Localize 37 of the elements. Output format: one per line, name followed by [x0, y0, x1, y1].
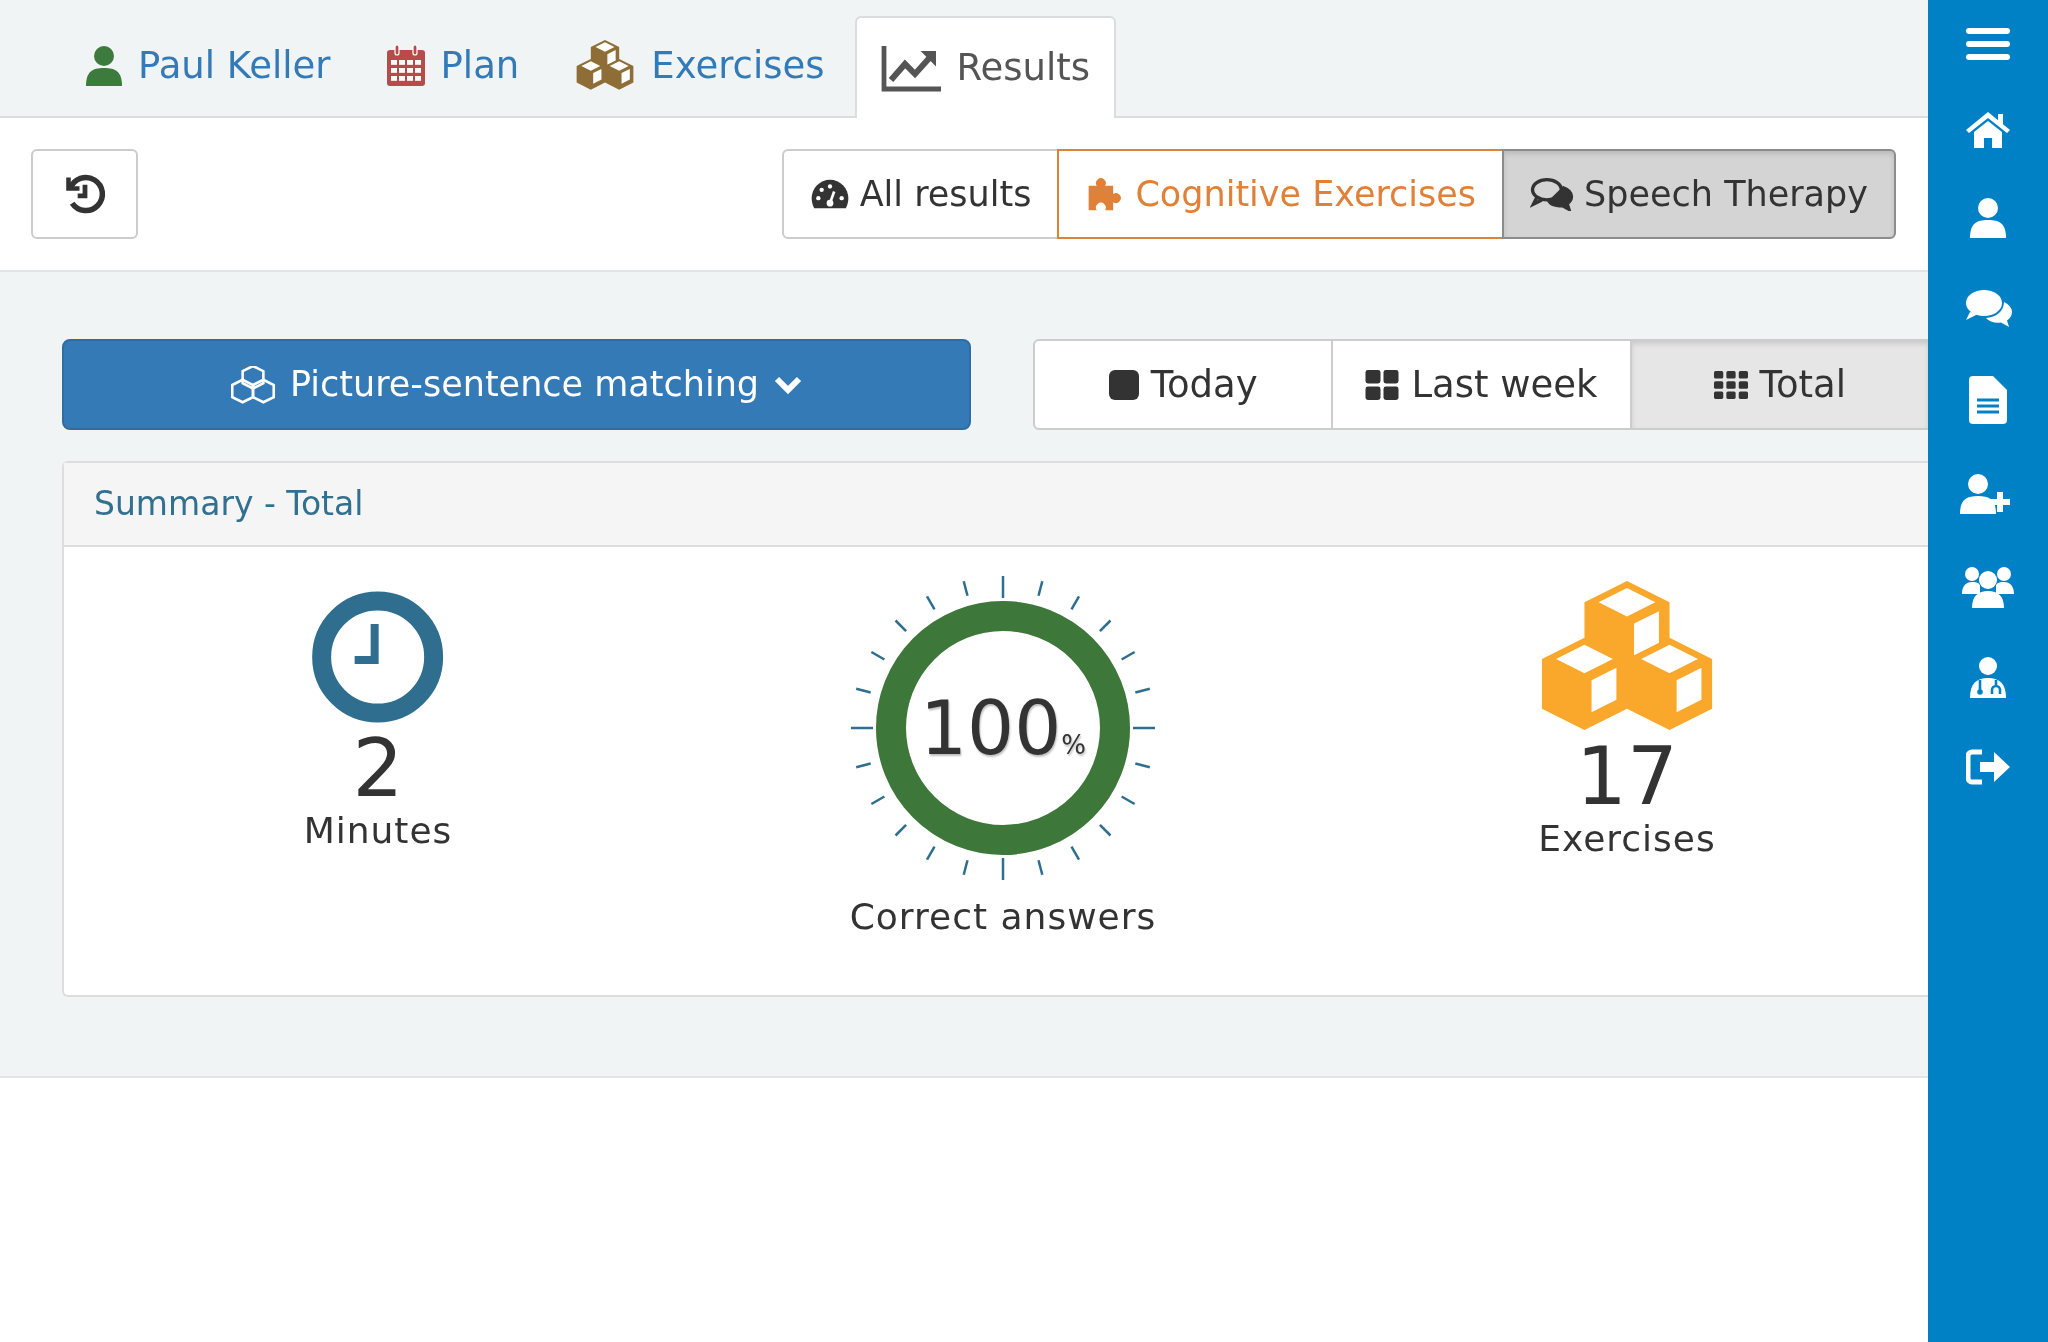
sign-out-icon[interactable] — [1966, 748, 2010, 786]
users-icon[interactable] — [1962, 564, 2014, 608]
home-icon[interactable] — [1966, 110, 2010, 148]
chevron-down-icon — [773, 374, 804, 395]
stat-value: 17 — [1576, 737, 1678, 817]
exercise-dropdown[interactable]: Picture-sentence matching — [62, 339, 971, 430]
period-button[interactable]: Today — [1033, 339, 1334, 430]
menu-icon[interactable] — [1966, 26, 2010, 62]
stat-label: Correct answers — [849, 895, 1157, 939]
stat-label: Exercises — [1538, 817, 1716, 861]
document-icon[interactable] — [1969, 376, 2007, 424]
clock-icon — [312, 591, 444, 723]
category-button[interactable]: All results — [781, 149, 1060, 239]
stat-value: 2 — [352, 729, 404, 809]
tab[interactable]: Results — [854, 16, 1117, 118]
square-icon — [1108, 369, 1139, 400]
speech-bubbles-icon — [1530, 177, 1575, 211]
stat-label: Minutes — [303, 809, 453, 853]
period-button[interactable]: Total — [1629, 339, 1928, 430]
chat-icon[interactable] — [1964, 288, 2012, 328]
user-icon[interactable] — [1968, 196, 2008, 240]
grid-icon — [1713, 370, 1748, 399]
cubes-icon — [229, 365, 276, 404]
history-button[interactable] — [31, 149, 138, 239]
person-icon — [84, 44, 124, 88]
tab[interactable]: Plan — [360, 16, 544, 116]
calendar-icon — [384, 44, 427, 88]
doctor-icon[interactable] — [1968, 656, 2008, 700]
line-chart-icon — [880, 44, 943, 92]
gauge-value: 100% — [920, 683, 1086, 773]
panel-title: Summary - Total — [94, 483, 364, 526]
tab[interactable]: Paul Keller — [60, 16, 355, 116]
tab[interactable]: Exercises — [549, 16, 849, 116]
category-button[interactable]: Speech Therapy — [1502, 149, 1896, 239]
gauge-icon — [809, 178, 850, 210]
period-button[interactable]: Last week — [1331, 339, 1632, 430]
grid-large-icon — [1365, 369, 1400, 400]
